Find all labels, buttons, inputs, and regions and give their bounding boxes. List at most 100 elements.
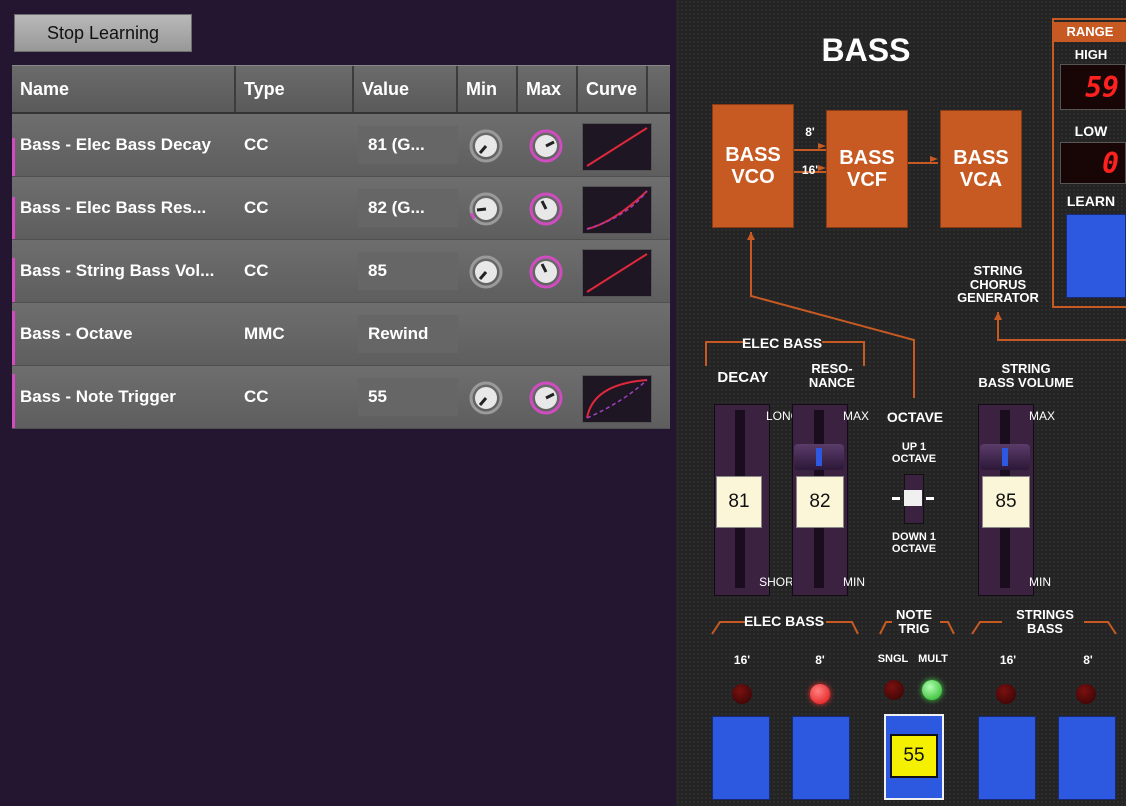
column-header-type[interactable]: Type: [236, 66, 354, 112]
mapping-panel: Stop Learning Name Type Value Min Max Cu…: [0, 0, 676, 806]
column-header-value[interactable]: Value: [354, 66, 458, 112]
resonance-line-1: RESO-: [811, 361, 853, 376]
decay-value[interactable]: 81: [716, 476, 762, 528]
feet-8-label: 8': [805, 125, 815, 139]
resonance-line-2: NANCE: [808, 374, 856, 390]
row-value[interactable]: 82 (G...: [368, 177, 425, 239]
row-type: CC: [244, 135, 269, 154]
elec-16-led: [732, 684, 752, 704]
row-value[interactable]: 55: [368, 366, 387, 428]
string-bass-volume-handle[interactable]: [980, 444, 1030, 470]
max-knob-icon[interactable]: [528, 128, 564, 164]
string-chorus-line-3: GENERATOR: [957, 290, 1039, 306]
row-type: MMC: [244, 324, 285, 343]
elec-8-led: [810, 684, 830, 704]
resonance-bottom-label: MIN: [843, 575, 865, 589]
min-knob-icon[interactable]: [468, 191, 504, 227]
range-low-label: LOW: [1074, 123, 1108, 139]
bass-vca-module: BASS VCA: [940, 110, 1022, 228]
sngl-label: SNGL: [877, 653, 909, 665]
max-knob-icon[interactable]: [528, 191, 564, 227]
table-row[interactable]: Bass - String Bass Vol... CC 85: [12, 240, 670, 303]
octave-up-line-1: UP 1: [901, 441, 927, 453]
octave-up-label: UP 1 OCTAVE: [876, 441, 952, 465]
elec-bass-group-label: ELEC BASS: [741, 335, 823, 351]
string-bass-line-1: STRING: [1001, 361, 1051, 376]
row-type: CC: [244, 261, 269, 280]
bass-vcf-module: BASS VCF: [826, 110, 908, 228]
strings-8-label: 8': [1083, 653, 1093, 667]
string-bass-volume-value[interactable]: 85: [982, 476, 1030, 528]
row-name: Bass - Elec Bass Res...: [20, 198, 207, 217]
vca-label-2: VCA: [959, 169, 1003, 191]
table-row[interactable]: Bass - Elec Bass Res... CC 82 (G...: [12, 177, 670, 240]
row-type: CC: [244, 387, 269, 406]
range-high-display: 59: [1060, 64, 1126, 110]
strings-16-button[interactable]: [978, 716, 1036, 800]
strings-8-led: [1076, 684, 1096, 704]
range-low-display: 0: [1060, 142, 1126, 184]
mapping-table: Name Type Value Min Max Curve Bass - Ele…: [12, 65, 670, 429]
row-marker: [12, 374, 15, 428]
row-name: Bass - String Bass Vol...: [20, 261, 215, 280]
string-chorus-generator-label: STRING CHORUS GENERATOR: [928, 264, 1068, 305]
stop-learning-button[interactable]: Stop Learning: [14, 14, 192, 52]
column-header-min[interactable]: Min: [458, 66, 518, 112]
column-header-curve[interactable]: Curve: [578, 66, 648, 112]
strings-bass-line-1: STRINGS: [1016, 607, 1074, 622]
row-marker: [12, 258, 15, 302]
range-high-label: HIGH: [1074, 47, 1108, 62]
column-header-name[interactable]: Name: [12, 66, 236, 112]
string-chorus-line-1: STRING: [973, 263, 1023, 278]
note-trig-line-2: TRIG: [898, 620, 930, 636]
table-row[interactable]: Bass - Octave MMC Rewind: [12, 303, 670, 366]
vcf-label-1: BASS: [839, 147, 895, 169]
row-value[interactable]: Rewind: [368, 303, 428, 365]
curve-logarithmic-icon[interactable]: [582, 375, 652, 423]
row-name: Bass - Note Trigger: [20, 387, 176, 406]
row-marker: [12, 311, 15, 365]
curve-linear-icon[interactable]: [582, 123, 652, 171]
row-name: Bass - Octave: [20, 324, 133, 343]
string-bass-volume-label: STRING BASS VOLUME: [966, 362, 1086, 389]
elec-8-button[interactable]: [792, 716, 850, 800]
learn-button[interactable]: [1066, 214, 1126, 298]
table-row[interactable]: Bass - Note Trigger CC 55: [12, 366, 670, 429]
vcf-label-2: VCF: [847, 169, 887, 191]
min-knob-icon[interactable]: [468, 380, 504, 416]
min-knob-icon[interactable]: [468, 254, 504, 290]
curve-exponential-icon[interactable]: [582, 186, 652, 234]
resonance-handle[interactable]: [794, 444, 844, 470]
decay-label: DECAY: [717, 369, 769, 386]
elec-16-label: 16': [733, 653, 751, 667]
note-trig-value[interactable]: 55: [890, 734, 938, 778]
octave-up-line-2: OCTAVE: [891, 452, 937, 465]
row-value[interactable]: 81 (G...: [368, 114, 425, 176]
elec-16-button[interactable]: [712, 716, 770, 800]
strings-8-button[interactable]: [1058, 716, 1116, 800]
table-row[interactable]: Bass - Elec Bass Decay CC 81 (G...: [12, 114, 670, 177]
note-trig-button[interactable]: 55: [884, 714, 944, 800]
resonance-label: RESO- NANCE: [792, 362, 872, 389]
octave-down-line-1: DOWN 1: [892, 531, 936, 543]
strings-16-label: 16': [999, 653, 1017, 667]
max-knob-icon[interactable]: [528, 380, 564, 416]
curve-linear-icon[interactable]: [582, 249, 652, 297]
octave-switch-handle[interactable]: [904, 490, 922, 506]
octave-tick-right: [926, 497, 934, 500]
mult-label: MULT: [918, 653, 948, 665]
row-name: Bass - Elec Bass Decay: [20, 135, 211, 154]
resonance-value[interactable]: 82: [796, 476, 844, 528]
row-value[interactable]: 85: [368, 240, 387, 302]
row-marker: [12, 138, 15, 176]
octave-down-line-2: OCTAVE: [891, 542, 937, 555]
column-header-max[interactable]: Max: [518, 66, 578, 112]
min-knob-icon[interactable]: [468, 128, 504, 164]
note-trig-label: NOTE TRIG: [882, 608, 946, 635]
octave-label: OCTAVE: [886, 409, 944, 425]
octave-tick-left: [892, 497, 900, 500]
vco-label-1: BASS: [725, 144, 781, 166]
max-knob-icon[interactable]: [528, 254, 564, 290]
octave-down-label: DOWN 1 OCTAVE: [872, 531, 956, 555]
row-marker: [12, 197, 15, 239]
